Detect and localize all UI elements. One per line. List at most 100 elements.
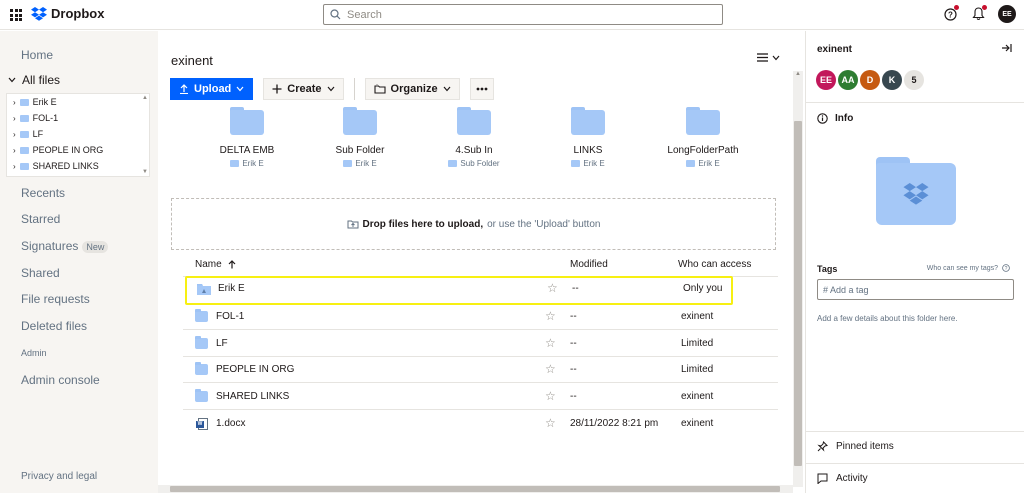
app-grid-icon[interactable] xyxy=(10,9,22,21)
suggested-folder-card[interactable]: LongFolderPath Erik E xyxy=(648,107,758,168)
upload-button[interactable]: Upload xyxy=(170,78,254,100)
member-avatar[interactable]: K xyxy=(882,70,902,90)
member-avatar[interactable]: EE xyxy=(816,70,836,90)
suggested-folder-card[interactable]: 4.Sub In Sub Folder xyxy=(419,107,529,168)
folder-icon xyxy=(195,389,208,402)
column-header-name[interactable]: Name xyxy=(195,259,236,270)
sidebar-item-file-requests[interactable]: File requests xyxy=(21,292,90,306)
row-name[interactable]: PEOPLE IN ORG xyxy=(216,364,294,375)
account-avatar[interactable]: EE xyxy=(998,5,1016,23)
folder-description-text[interactable]: Add a few details about this folder here… xyxy=(817,314,958,323)
tree-item[interactable]: › Erik E xyxy=(7,94,149,110)
sidebar-item-admin-console[interactable]: Admin console xyxy=(21,373,100,387)
chevron-right-icon[interactable]: › xyxy=(13,162,16,171)
table-row[interactable]: SHARED LINKS ☆ -- exinent xyxy=(183,384,778,410)
dropbox-logo[interactable]: Dropbox xyxy=(31,6,104,21)
search-input[interactable] xyxy=(347,8,722,21)
horizontal-scrollbar[interactable] xyxy=(158,485,793,493)
organize-button[interactable]: Organize xyxy=(364,78,460,100)
column-header-modified[interactable]: Modified xyxy=(570,259,608,270)
dropbox-icon xyxy=(31,6,47,21)
row-modified: -- xyxy=(570,338,577,349)
suggested-folder-card[interactable]: LINKS Erik E xyxy=(533,107,643,168)
activity-link[interactable]: Activity xyxy=(817,473,868,484)
card-location: Sub Folder xyxy=(419,159,529,168)
upload-dropzone[interactable]: Drop files here to upload, or use the 'U… xyxy=(171,198,776,250)
member-avatars[interactable]: EE AA D K 5 xyxy=(816,70,924,90)
chevron-right-icon[interactable]: › xyxy=(13,146,16,155)
tree-item[interactable]: › PEOPLE IN ORG xyxy=(7,142,149,158)
scrollbar-thumb[interactable] xyxy=(794,121,802,466)
member-avatar[interactable]: AA xyxy=(838,70,858,90)
table-row[interactable]: FOL-1 ☆ -- exinent xyxy=(183,304,778,330)
new-badge: New xyxy=(82,241,109,253)
suggested-folder-card[interactable]: DELTA EMB Erik E xyxy=(192,107,302,168)
row-name[interactable]: Erik E xyxy=(218,283,245,294)
column-header-access[interactable]: Who can access xyxy=(678,259,751,270)
table-row[interactable]: Erik E ☆ -- Only you xyxy=(185,276,733,305)
activity-icon xyxy=(817,473,828,484)
row-modified: -- xyxy=(570,364,577,375)
privacy-legal-link[interactable]: Privacy and legal xyxy=(21,471,97,482)
tree-item[interactable]: › LF xyxy=(7,126,149,142)
star-icon[interactable]: ☆ xyxy=(547,281,558,295)
tree-item[interactable]: › FOL-1 xyxy=(7,110,149,126)
scroll-up-icon[interactable]: ▲ xyxy=(142,95,148,101)
member-count-badge[interactable]: 5 xyxy=(904,70,924,90)
row-name[interactable]: 1.docx xyxy=(216,418,245,429)
table-row[interactable]: LF ☆ -- Limited xyxy=(183,331,778,357)
row-name[interactable]: LF xyxy=(216,338,228,349)
chevron-right-icon[interactable]: › xyxy=(13,130,16,139)
notification-bell-icon[interactable] xyxy=(970,5,987,22)
sidebar-item-starred[interactable]: Starred xyxy=(21,212,60,226)
shared-folder-icon xyxy=(19,114,29,122)
tags-help-link[interactable]: Who can see my tags? ? xyxy=(927,264,1010,272)
list-view-icon xyxy=(757,53,768,62)
page-title: exinent xyxy=(171,53,213,68)
shared-folder-preview-icon xyxy=(876,157,956,225)
suggested-folder-card[interactable]: Sub Folder Erik E xyxy=(305,107,415,168)
collapse-panel-icon[interactable] xyxy=(1001,42,1012,56)
star-icon[interactable]: ☆ xyxy=(545,389,556,403)
table-row[interactable]: 1.docx ☆ 28/11/2022 8:21 pm exinent xyxy=(183,411,778,437)
create-button[interactable]: Create xyxy=(263,78,344,100)
help-icon[interactable]: ? xyxy=(942,5,959,22)
scrollbar-thumb[interactable] xyxy=(170,486,780,492)
chevron-right-icon[interactable]: › xyxy=(13,114,16,123)
tree-scrollbar[interactable]: ▲ ▼ xyxy=(142,95,148,175)
card-location: Erik E xyxy=(648,159,758,168)
svg-text:?: ? xyxy=(1005,266,1008,272)
star-icon[interactable]: ☆ xyxy=(545,416,556,430)
row-name[interactable]: FOL-1 xyxy=(216,311,244,322)
sidebar-item-home[interactable]: Home xyxy=(21,48,53,62)
view-toggle[interactable] xyxy=(757,53,780,62)
help-notification-dot xyxy=(954,5,959,10)
scroll-up-icon[interactable]: ▲ xyxy=(795,71,801,77)
sidebar-item-recents[interactable]: Recents xyxy=(21,186,65,200)
sidebar-item-all-files[interactable]: All files xyxy=(8,73,60,87)
card-name: 4.Sub In xyxy=(455,145,493,156)
star-icon[interactable]: ☆ xyxy=(545,336,556,350)
vertical-scrollbar[interactable]: ▲ xyxy=(793,71,803,487)
star-icon[interactable]: ☆ xyxy=(545,362,556,376)
add-tag-input[interactable] xyxy=(817,279,1014,300)
info-icon xyxy=(817,113,828,124)
row-access: Limited xyxy=(681,364,714,375)
plus-icon xyxy=(272,84,282,94)
sidebar-item-shared[interactable]: Shared xyxy=(21,266,60,280)
upload-folder-icon xyxy=(347,220,359,229)
pinned-items-link[interactable]: Pinned items xyxy=(817,441,894,452)
star-icon[interactable]: ☆ xyxy=(545,309,556,323)
table-row[interactable]: PEOPLE IN ORG ☆ -- Limited xyxy=(183,357,778,383)
sidebar-item-signatures[interactable]: Signatures New xyxy=(21,239,109,253)
row-name[interactable]: SHARED LINKS xyxy=(216,391,289,402)
chevron-down-icon[interactable] xyxy=(8,77,16,83)
sidebar-item-deleted-files[interactable]: Deleted files xyxy=(21,319,87,333)
member-avatar[interactable]: D xyxy=(860,70,880,90)
tree-item[interactable]: › SHARED LINKS xyxy=(7,158,149,174)
chevron-right-icon[interactable]: › xyxy=(13,98,16,107)
more-actions-button[interactable] xyxy=(469,78,494,100)
scroll-down-icon[interactable]: ▼ xyxy=(142,169,148,175)
search-bar[interactable] xyxy=(323,4,723,25)
divider xyxy=(806,102,1024,103)
